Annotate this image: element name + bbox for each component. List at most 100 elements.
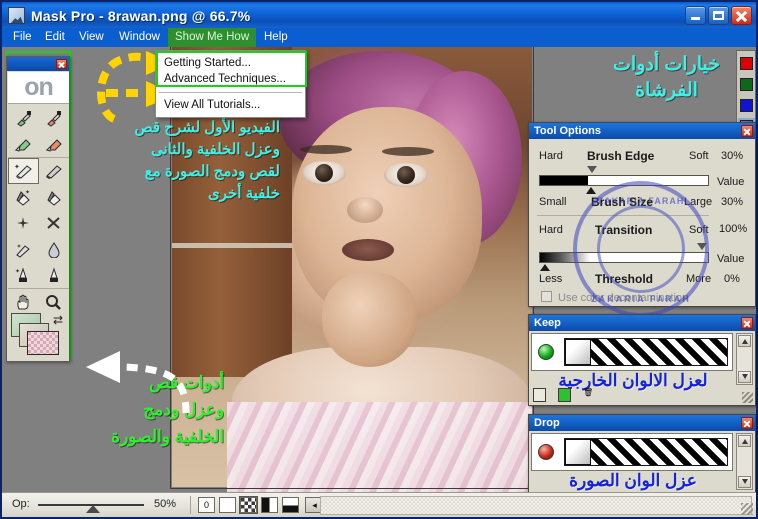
tool-options-title[interactable]: Tool Options [529, 123, 755, 139]
drop-scroll-down-icon[interactable] [738, 476, 751, 488]
keep-panel-body: لعزل الالوان الخارجية 🗑 [529, 331, 755, 405]
keep-new-color-icon[interactable] [533, 388, 546, 402]
brush-size-right-label: Large [684, 196, 713, 208]
transition-slider-handle[interactable] [697, 243, 707, 250]
keep-swatch-preview [565, 339, 591, 365]
brush-size-left-label: Small [539, 196, 567, 208]
red-swatch[interactable] [740, 57, 753, 70]
swap-arrows-icon[interactable]: ⇄ [53, 313, 63, 327]
tool-blur-brush[interactable] [8, 236, 39, 262]
keep-color-swatch[interactable] [564, 338, 728, 366]
tool-pen[interactable] [39, 262, 70, 288]
view-mode-zero-button[interactable]: 0 [198, 497, 215, 513]
minimize-button[interactable] [685, 6, 706, 25]
threshold-value: 0% [724, 273, 740, 285]
application-window: Mask Pro - 8rawan.png @ 66.7% File Edit … [0, 0, 758, 519]
opacity-slider-handle[interactable] [86, 505, 100, 513]
maximize-button[interactable] [708, 6, 729, 25]
use-color-decontamination-checkbox[interactable] [541, 291, 552, 302]
menu-item-view-all-tutorials[interactable]: View All Tutorials... [164, 99, 260, 111]
tool-chisel[interactable] [39, 210, 70, 236]
tool-paint-bucket[interactable] [39, 184, 70, 210]
transition-track[interactable] [539, 252, 709, 263]
keep-scrollbar[interactable] [736, 333, 753, 385]
menu-window[interactable]: Window [112, 28, 167, 47]
opacity-value: 50% [154, 498, 177, 510]
tool-magic-pen[interactable]: ✦ [8, 262, 39, 288]
keep-panel-title[interactable]: Keep [529, 315, 755, 331]
tool-row: ✦ [8, 262, 69, 288]
tool-eyedropper-drop[interactable] [39, 105, 70, 131]
keep-scroll-up-icon[interactable] [738, 335, 751, 347]
close-button[interactable] [731, 6, 752, 25]
menu-show-me-how[interactable]: Show Me How [168, 28, 257, 47]
tool-highlighter-drop[interactable] [39, 131, 70, 157]
panel-divider [537, 215, 709, 216]
keep-trash-icon[interactable]: 🗑 [583, 388, 596, 402]
menu-help[interactable]: Help [257, 28, 295, 47]
tool-water-drop[interactable] [39, 236, 70, 262]
tool-highlighter-keep[interactable] [8, 131, 39, 157]
tool-magic-fill[interactable]: ✦ [8, 184, 39, 210]
transition-label: Transition [595, 223, 653, 237]
magic-wand-icon [17, 216, 30, 229]
brush-edge-slider-handle[interactable] [587, 166, 597, 173]
color-swatches: ⇄ [11, 313, 65, 357]
keep-add-color-icon[interactable] [558, 388, 571, 402]
keep-panel-close-icon[interactable] [741, 317, 753, 329]
magic-brush-icon: ✦ [14, 163, 32, 179]
status-divider [190, 496, 191, 514]
svg-text:✦: ✦ [25, 189, 30, 196]
drop-panel-close-icon[interactable] [741, 417, 753, 429]
menu-edit[interactable]: Edit [38, 28, 72, 47]
tool-eyedropper-keep[interactable] [8, 105, 39, 131]
highlighter-keep-icon [15, 138, 31, 152]
brush-edge-track[interactable] [539, 175, 709, 186]
blue-swatch[interactable] [740, 99, 753, 112]
view-mode-split-button[interactable] [282, 497, 299, 513]
tool-brush[interactable] [39, 158, 70, 184]
tool-row [8, 288, 69, 315]
menu-file[interactable]: File [6, 28, 39, 47]
transition-value: 100% [719, 223, 748, 235]
window-resize-grip[interactable] [741, 503, 753, 515]
tool-palette-title-bar[interactable] [7, 57, 69, 71]
view-mode-white-button[interactable] [219, 497, 236, 513]
highlighter-drop-icon [45, 138, 62, 152]
tool-options-close-icon[interactable] [741, 125, 753, 137]
brush-size-slider-handle[interactable] [586, 187, 596, 194]
threshold-slider-handle[interactable] [540, 264, 550, 271]
drop-panel-title[interactable]: Drop [529, 415, 755, 431]
magic-pen-icon: ✦ [15, 266, 28, 282]
annotation-brush-tool-options: خيارات أدوات الفرشاة [613, 54, 720, 101]
drop-color-row[interactable] [531, 433, 733, 471]
tool-palette-close-icon[interactable] [56, 59, 67, 69]
use-color-decontamination-label: Use color decontamination [558, 292, 689, 304]
tool-hand[interactable] [8, 289, 39, 315]
tool-magic-wand[interactable] [8, 210, 39, 236]
drop-scrollbar[interactable] [736, 433, 753, 490]
status-bar-filler [320, 496, 752, 515]
blur-brush-icon [16, 244, 31, 258]
eyedropper-keep-icon [16, 110, 31, 127]
svg-text:✦: ✦ [14, 163, 20, 171]
threshold-left-label: Less [539, 273, 563, 285]
drop-scroll-up-icon[interactable] [738, 435, 751, 447]
title-bar[interactable]: Mask Pro - 8rawan.png @ 66.7% [2, 2, 756, 28]
tool-options-panel: Tool Options Hard Brush Edge Soft 30% Va… [528, 122, 756, 317]
show-me-how-menu: Getting Started... Advanced Techniques..… [155, 50, 307, 118]
tool-row [8, 131, 69, 157]
view-mode-checker-button[interactable] [239, 496, 258, 514]
view-mode-black-button[interactable] [261, 497, 278, 513]
tool-magic-brush[interactable]: ✦ [8, 158, 39, 184]
menu-view[interactable]: View [72, 28, 111, 47]
keep-scroll-down-icon[interactable] [738, 371, 751, 383]
layer-swatch-front[interactable] [27, 331, 59, 355]
green-swatch[interactable] [740, 78, 753, 91]
keep-panel-resize-grip[interactable] [742, 392, 753, 403]
tool-zoom[interactable] [39, 289, 70, 315]
drop-color-swatch[interactable] [564, 438, 728, 466]
transition-left-label: Hard [539, 224, 563, 236]
keep-color-row[interactable] [531, 333, 733, 371]
highlight-menu-items [156, 51, 307, 87]
